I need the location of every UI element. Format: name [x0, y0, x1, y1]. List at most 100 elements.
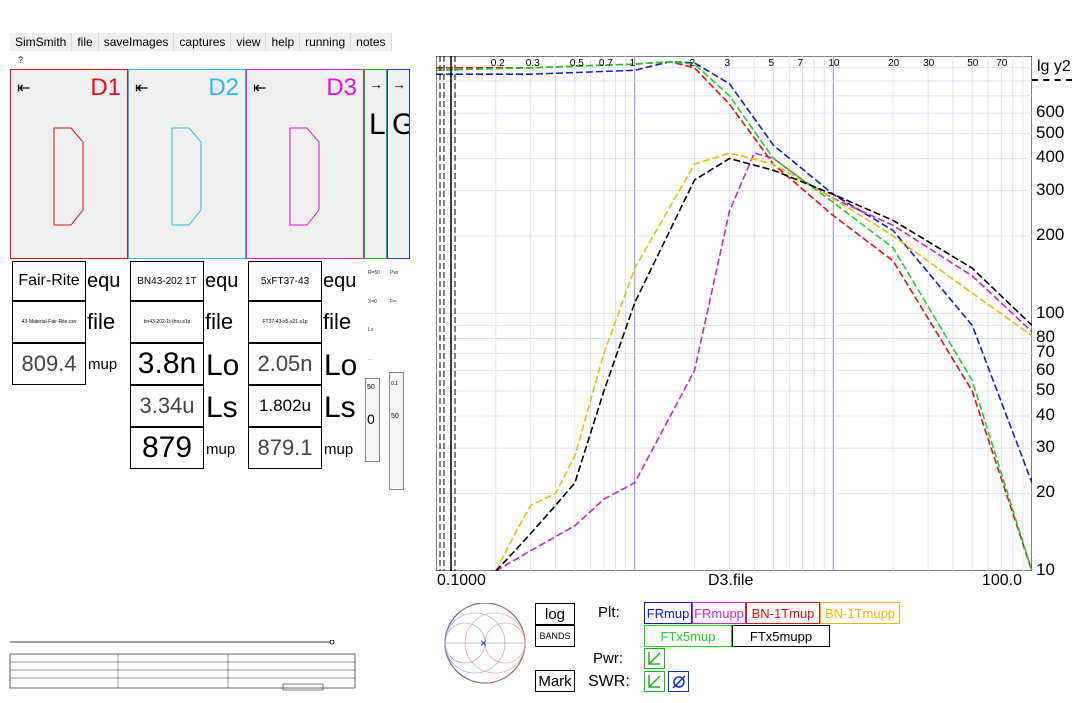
slider-b-top: 0.1 — [391, 381, 398, 387]
check-icon — [648, 675, 661, 688]
plot-toggle-frmupp[interactable]: FRmupp — [692, 602, 746, 624]
menu-help[interactable]: help — [266, 33, 301, 51]
y-tick-label: 30 — [1036, 437, 1055, 457]
d2-mup-field[interactable]: 879 — [130, 427, 204, 469]
slider-b-mid: 50 — [391, 413, 399, 420]
mini-param[interactable]: F= — [390, 299, 396, 305]
x-axis-left-value: 0.1000 — [437, 572, 486, 589]
d1-mup-label: mup — [88, 356, 118, 373]
panel-letter: L — [369, 108, 386, 141]
chart-plot[interactable] — [436, 56, 1032, 571]
component-d-icon — [53, 127, 84, 226]
y-tick-label: 60 — [1036, 359, 1055, 379]
plot-toggle-bn1tmupp[interactable]: BN-1Tmupp — [820, 602, 900, 624]
x-axis-label: D3.file — [708, 572, 754, 589]
y-tick-label: 300 — [1036, 179, 1065, 199]
d2-lo-field[interactable]: 3.8n — [130, 343, 204, 385]
x-tick-label: 0.2 — [490, 58, 505, 69]
y-tick-label: 400 — [1036, 147, 1065, 167]
move-right-arrow-icon[interactable]: → — [392, 76, 406, 92]
log-button[interactable]: log — [535, 603, 575, 625]
mini-param[interactable]: R=50 — [368, 270, 380, 276]
y-tick-label: 10 — [1036, 560, 1055, 579]
d2-file-field[interactable]: bn43-202-1t-thru.s1p — [130, 301, 204, 343]
y-tick-label: 40 — [1036, 404, 1055, 424]
y-axis-label-line — [1032, 79, 1072, 81]
x-tick-label: 3 — [724, 58, 731, 69]
pwr-toggle[interactable] — [644, 648, 665, 669]
check-icon — [648, 652, 661, 665]
d1-file-label: file — [87, 309, 116, 334]
d2-ls-field[interactable]: 3.34u — [130, 385, 204, 427]
plt-label: Plt: — [598, 604, 620, 621]
swr-toggle-blue[interactable] — [668, 671, 689, 692]
menu-running[interactable]: running — [300, 33, 352, 51]
x-tick-label: 20 — [888, 58, 900, 69]
x-tick-label: 0.5 — [569, 58, 584, 69]
d2-file-label: file — [205, 309, 234, 334]
component-d-icon — [171, 127, 202, 226]
d2-lo-label: Lo — [206, 349, 240, 382]
plot-toggle-bn1tmup[interactable]: BN-1Tmup — [746, 602, 820, 624]
d3-name-label: equ — [323, 270, 357, 292]
menu-simsmith[interactable]: SimSmith — [10, 33, 73, 51]
d1-name-label: equ — [87, 270, 121, 292]
swr-label: SWR: — [588, 673, 630, 690]
slider-a-mid: 0 — [367, 411, 375, 427]
mark-button[interactable]: Mark — [535, 670, 575, 692]
menu-saveimages[interactable]: saveImages — [99, 33, 175, 51]
x-axis-right-value: 100.0 — [982, 572, 1023, 589]
y-tick-label: 500 — [1036, 122, 1065, 142]
panel-d1[interactable]: ⇤ D1 — [10, 69, 128, 259]
slider-a[interactable]: 50 0 — [365, 378, 380, 462]
x-tick-label: 2 — [689, 58, 696, 69]
d1-name-field[interactable]: Fair-Rite — [12, 261, 86, 301]
mini-param[interactable]: Lx — [368, 327, 373, 333]
panel-d3[interactable]: ⇤ D3 — [246, 69, 364, 259]
panel-d2[interactable]: ⇤ D2 — [128, 69, 246, 259]
d2-name-field[interactable]: BN43-202 1T — [130, 261, 204, 301]
d3-lo-field[interactable]: 2.05n — [248, 343, 322, 385]
plot-toggle-ftx5mupp[interactable]: FTx5mupp — [732, 625, 830, 647]
plot-toggle-frmup[interactable]: FRmup — [644, 602, 692, 624]
x-tick-label: 50 — [967, 58, 979, 69]
mini-param[interactable]: ... — [368, 356, 372, 362]
x-tick-label: 10 — [828, 58, 840, 69]
y-tick-label: 50 — [1036, 380, 1055, 399]
menu-captures[interactable]: captures — [174, 33, 232, 51]
smith-chart[interactable]: × — [440, 603, 530, 693]
plot-toggle-ftx5mup[interactable]: FTx5mup — [644, 625, 732, 647]
d3-mup-field[interactable]: 879.1 — [248, 427, 322, 469]
d2-mup-label: mup — [206, 441, 236, 458]
y-axis-label: lg y2 — [1037, 58, 1071, 75]
d3-name-field[interactable]: 5xFT37-43 — [248, 261, 322, 301]
panel-l[interactable]: → L — [364, 69, 387, 259]
mini-param[interactable]: Pwr — [390, 270, 399, 276]
d3-ls-field[interactable]: 1.802u — [248, 385, 322, 427]
schematic-thumbnail[interactable] — [8, 640, 423, 692]
d1-file-field[interactable]: 43-Material-Fair-Rite.csv — [12, 301, 86, 343]
d3-ls-label: Ls — [324, 391, 356, 424]
move-right-arrow-icon[interactable]: → — [369, 76, 383, 92]
mini-param[interactable]: X=0 — [368, 299, 377, 305]
phi-icon — [672, 675, 686, 689]
swr-toggle-green[interactable] — [644, 671, 665, 692]
panel-g[interactable]: → G — [387, 69, 410, 259]
pwr-label: Pwr: — [593, 650, 623, 667]
bands-button[interactable]: BANDS — [535, 625, 575, 647]
menu-view[interactable]: view — [231, 33, 267, 51]
menu-notes[interactable]: notes — [351, 33, 392, 51]
d3-file-field[interactable]: FT37-43-x5-s21.s1p — [248, 301, 322, 343]
help-mark[interactable]: ? — [18, 55, 23, 65]
x-tick-label: 0.3 — [525, 58, 540, 69]
slider-a-top: 50 — [367, 384, 375, 391]
d1-mup-field[interactable]: 809.4 — [12, 343, 86, 385]
x-tick-label: 0.7 — [598, 58, 613, 69]
menu-file[interactable]: file — [72, 33, 99, 51]
x-tick-label: 70 — [996, 58, 1008, 69]
slider-b[interactable]: 0.1 50 — [389, 372, 404, 490]
d2-ls-label: Ls — [206, 391, 238, 424]
d2-name-label: equ — [205, 270, 239, 292]
x-tick-label: 1 — [629, 58, 636, 69]
d3-lo-label: Lo — [324, 349, 358, 382]
